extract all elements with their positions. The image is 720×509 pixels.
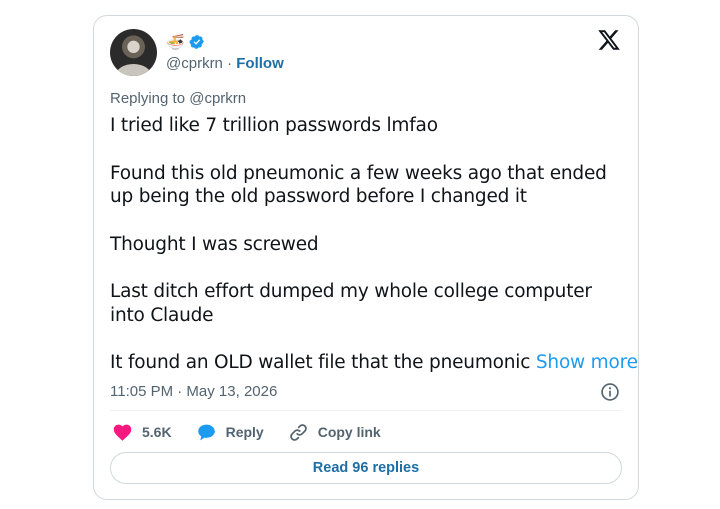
author-handle-row: @cprkrn · Follow xyxy=(166,54,284,74)
tweet-truncated-line: It found an OLD wallet file that the pne… xyxy=(110,352,536,373)
verified-badge-icon xyxy=(189,35,204,49)
tweet-paragraph: Found this old pneumonic a few weeks ago… xyxy=(110,162,607,208)
info-icon[interactable] xyxy=(600,382,620,402)
author-handle[interactable]: @cprkrn xyxy=(166,55,223,72)
show-more-link[interactable]: Show more xyxy=(536,352,638,373)
replying-to: Replying to @cprkrn xyxy=(110,90,247,107)
copy-link-label: Copy link xyxy=(317,424,381,440)
author-name-row[interactable]: 🍜 xyxy=(166,32,205,52)
tweet-card: 🍜 @cprkrn · Follow Replying to @cprkrn I… xyxy=(93,15,639,500)
timestamp[interactable]: 11:05 PM · May 13, 2026 xyxy=(110,382,277,402)
link-icon xyxy=(289,423,307,441)
follow-button[interactable]: Follow xyxy=(236,55,284,72)
author-display-name[interactable]: 🍜 xyxy=(166,32,185,52)
divider xyxy=(110,410,622,411)
tweet-text: I tried like 7 trillion passwords lmfao … xyxy=(110,114,638,375)
like-button[interactable]: 5.6K xyxy=(112,422,172,443)
reply-button[interactable]: Reply xyxy=(196,422,264,443)
tweet-paragraph-last: It found an OLD wallet file that the pne… xyxy=(110,351,638,375)
copy-link-button[interactable]: Copy link xyxy=(288,422,381,443)
x-logo-icon[interactable] xyxy=(597,28,621,52)
action-bar: 5.6K Reply Copy link xyxy=(112,420,405,444)
tweet-paragraph: Thought I was screwed xyxy=(110,233,319,255)
reply-label: Reply xyxy=(225,424,264,440)
read-replies-button[interactable]: Read 96 replies xyxy=(110,452,622,484)
tweet-paragraph: I tried like 7 trillion passwords lmfao xyxy=(110,115,438,136)
heart-icon xyxy=(113,424,132,441)
like-count: 5.6K xyxy=(142,424,172,440)
tweet-paragraph: Last ditch effort dumped my whole colleg… xyxy=(110,281,592,326)
reply-bubble-icon xyxy=(197,424,215,440)
avatar[interactable] xyxy=(110,29,157,76)
separator: · xyxy=(227,55,233,72)
